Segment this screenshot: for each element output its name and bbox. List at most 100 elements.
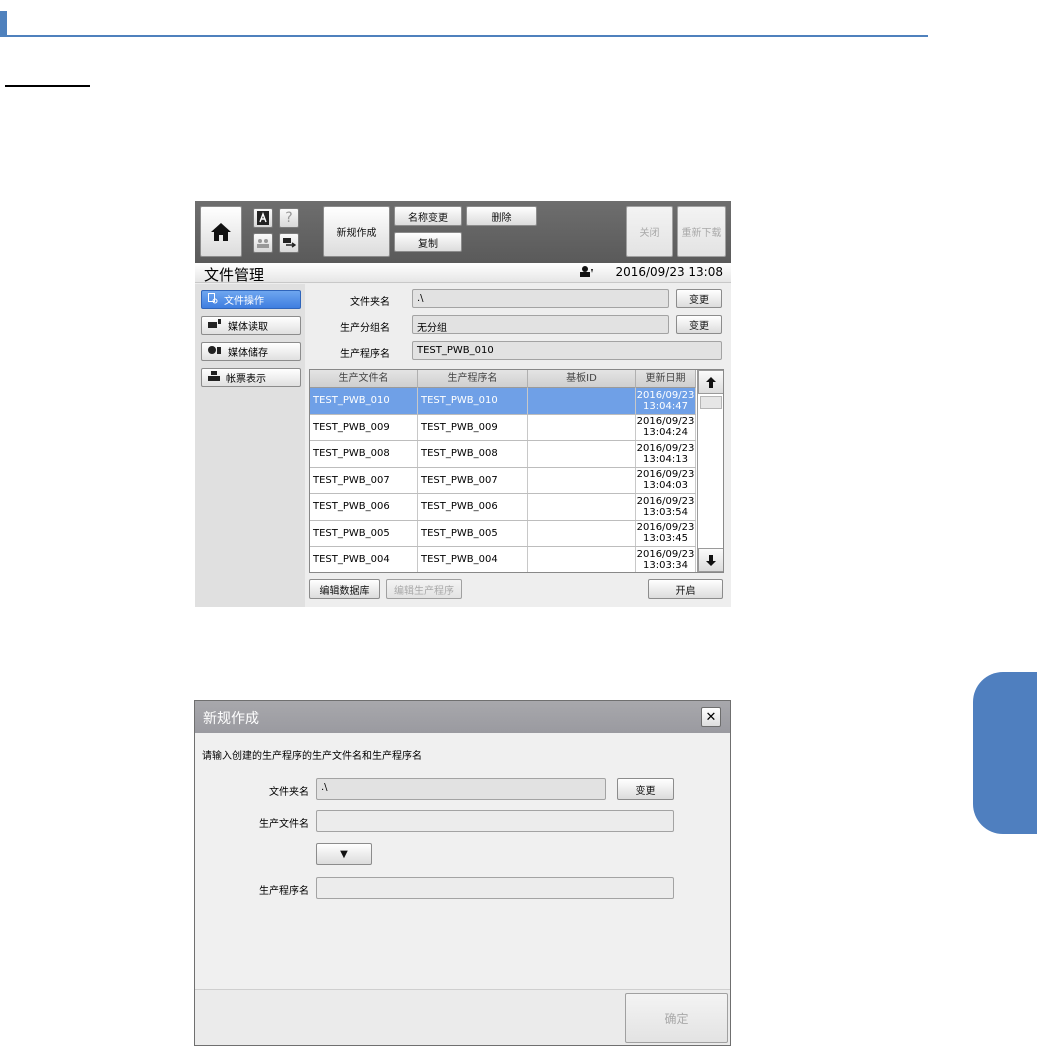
- row-file-name: TEST_PWB_010: [310, 388, 418, 414]
- dialog-title-bar: 新规作成 ✕: [195, 701, 730, 733]
- redownload-button[interactable]: 重新下载: [677, 206, 726, 257]
- change-label: 变更: [635, 785, 656, 797]
- sidebar-item-file-operation[interactable]: 文件操作: [201, 290, 301, 309]
- row-board-id: [528, 441, 636, 467]
- delete-button[interactable]: 删除: [466, 206, 537, 226]
- dialog-footer: 确定: [195, 989, 730, 1045]
- row-board-id: [528, 467, 636, 493]
- dialog-program-input[interactable]: [316, 877, 674, 899]
- row-program-name: TEST_PWB_007: [418, 467, 528, 493]
- dialog-folder-label: 文件夹名: [269, 787, 309, 798]
- dropdown-arrow-icon: ▼: [340, 848, 348, 860]
- file-management-screen: ? 新规作成 名称变更 删除 复制 关闭 重新下载 文件管理 2016/09/2…: [195, 201, 731, 607]
- row-time: 13:04:03: [643, 480, 688, 492]
- printer-icon: [208, 371, 220, 384]
- dialog-file-label: 生产文件名: [259, 819, 309, 830]
- header-rule: [0, 35, 928, 37]
- row-time: 13:03:45: [643, 533, 688, 545]
- dialog-close-button[interactable]: ✕: [701, 707, 721, 727]
- sidebar-item-label: 媒体读取: [228, 322, 268, 333]
- sidebar-item-media-save[interactable]: 媒体储存: [201, 342, 301, 361]
- dialog-change-button[interactable]: 变更: [617, 778, 674, 800]
- user-icon: [580, 266, 594, 280]
- row-program-name: TEST_PWB_008: [418, 441, 528, 467]
- table-row[interactable]: TEST_PWB_010 TEST_PWB_010 2016/09/23 13:…: [310, 388, 696, 415]
- column-header-file[interactable]: 生产文件名: [310, 370, 418, 388]
- row-board-id: [528, 388, 636, 414]
- sidebar-item-media-read[interactable]: 媒体读取: [201, 316, 301, 335]
- users-icon: [257, 239, 269, 248]
- dialog-file-input[interactable]: [316, 810, 674, 832]
- sidebar-item-label: 媒体储存: [228, 348, 268, 359]
- new-create-dialog: 新规作成 ✕ 请输入创建的生产程序的生产文件名和生产程序名 文件夹名 .\ 变更…: [194, 700, 731, 1046]
- sidebar-item-report-display[interactable]: 帐票表示: [201, 368, 301, 387]
- column-header-date[interactable]: 更新日期: [636, 370, 696, 388]
- close-button[interactable]: 关闭: [626, 206, 673, 257]
- sidebar-item-label: 文件操作: [224, 296, 264, 307]
- group-change-button[interactable]: 变更: [676, 315, 722, 334]
- rename-button[interactable]: 名称变更: [394, 206, 462, 226]
- row-file-name: TEST_PWB_007: [310, 467, 418, 493]
- row-update-date: 2016/09/23 13:04:24: [636, 414, 696, 440]
- dialog-folder-field: .\: [316, 778, 606, 800]
- row-time: 13:04:13: [643, 453, 688, 465]
- edit-database-label: 编辑数据库: [319, 585, 370, 597]
- media-read-icon: [208, 319, 222, 332]
- row-file-name: TEST_PWB_006: [310, 494, 418, 520]
- home-icon: [211, 222, 231, 241]
- new-create-button[interactable]: 新规作成: [323, 206, 390, 257]
- change-label: 变更: [689, 321, 709, 332]
- open-button[interactable]: 开启: [648, 579, 723, 599]
- scroll-down-button[interactable]: [698, 548, 723, 572]
- row-program-name: TEST_PWB_009: [418, 414, 528, 440]
- edit-program-button[interactable]: 编辑生产程序: [386, 579, 462, 599]
- row-program-name: TEST_PWB_004: [418, 547, 528, 572]
- table-scrollbar[interactable]: [697, 370, 723, 572]
- transfer-icon: [283, 238, 296, 248]
- row-date: 2016/09/23: [636, 416, 695, 428]
- help-icon: ?: [285, 210, 293, 226]
- help-button[interactable]: ?: [279, 208, 299, 228]
- operator-button[interactable]: [253, 233, 273, 253]
- table-row[interactable]: TEST_PWB_004 TEST_PWB_004 2016/09/23 13:…: [310, 547, 696, 572]
- heading-underline: [5, 85, 90, 87]
- delete-label: 删除: [491, 212, 512, 224]
- dialog-ok-button[interactable]: 确定: [625, 993, 728, 1043]
- row-date: 2016/09/23: [636, 442, 695, 454]
- row-date: 2016/09/23: [636, 495, 695, 507]
- folder-change-button[interactable]: 变更: [676, 289, 722, 308]
- row-date: 2016/09/23: [636, 522, 695, 534]
- scroll-thumb[interactable]: [700, 396, 722, 409]
- language-button[interactable]: [253, 208, 273, 228]
- row-file-name: TEST_PWB_005: [310, 520, 418, 546]
- row-file-name: TEST_PWB_009: [310, 414, 418, 440]
- row-date: 2016/09/23: [636, 469, 695, 481]
- arrow-down-icon: [706, 554, 716, 566]
- edit-database-button[interactable]: 编辑数据库: [309, 579, 380, 599]
- rename-label: 名称变更: [408, 212, 448, 224]
- arrow-up-icon: [706, 376, 716, 388]
- table-row[interactable]: TEST_PWB_008 TEST_PWB_008 2016/09/23 13:…: [310, 441, 696, 468]
- copy-button[interactable]: 复制: [394, 232, 462, 252]
- row-program-name: TEST_PWB_010: [418, 388, 528, 414]
- table-row[interactable]: TEST_PWB_007 TEST_PWB_007 2016/09/23 13:…: [310, 467, 696, 494]
- program-field: TEST_PWB_010: [412, 341, 722, 360]
- group-field: 无分组: [412, 315, 669, 334]
- table-row[interactable]: TEST_PWB_009 TEST_PWB_009 2016/09/23 13:…: [310, 414, 696, 441]
- dialog-dropdown-button[interactable]: ▼: [316, 843, 372, 865]
- transfer-button[interactable]: [279, 233, 299, 253]
- scroll-up-button[interactable]: [698, 370, 723, 394]
- row-board-id: [528, 414, 636, 440]
- row-update-date: 2016/09/23 13:03:34: [636, 547, 696, 572]
- home-button[interactable]: [200, 206, 242, 257]
- table-header: 生产文件名 生产程序名 基板ID 更新日期: [310, 370, 696, 388]
- table-row[interactable]: TEST_PWB_006 TEST_PWB_006 2016/09/23 13:…: [310, 494, 696, 521]
- column-header-program[interactable]: 生产程序名: [418, 370, 528, 388]
- new-create-label: 新规作成: [336, 228, 377, 239]
- table-row[interactable]: TEST_PWB_005 TEST_PWB_005 2016/09/23 13:…: [310, 520, 696, 547]
- dialog-program-label: 生产程序名: [259, 886, 309, 897]
- screen-title: 文件管理: [204, 266, 265, 284]
- column-header-board-id[interactable]: 基板ID: [528, 370, 636, 388]
- row-file-name: TEST_PWB_004: [310, 547, 418, 572]
- folder-label: 文件夹名: [350, 297, 390, 308]
